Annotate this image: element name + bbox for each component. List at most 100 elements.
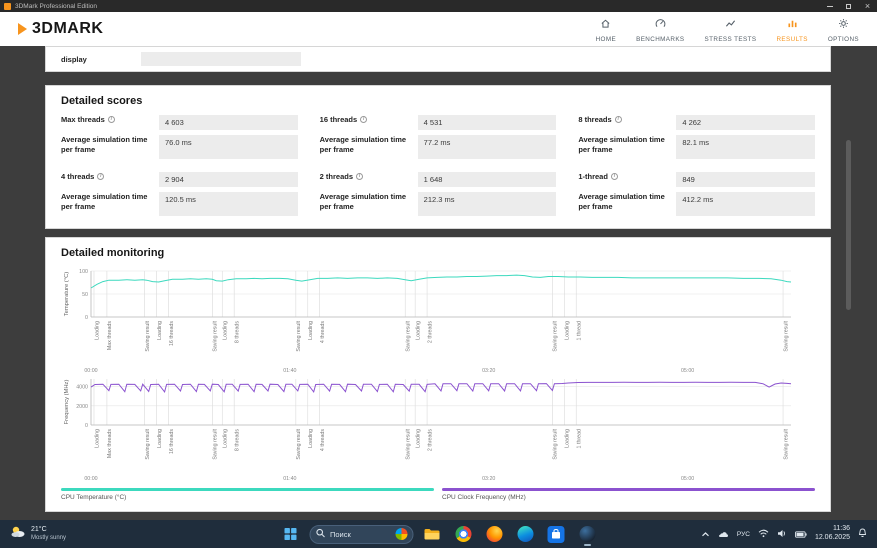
store-icon (548, 526, 565, 543)
windows-taskbar: 21°C Mostly sunny Поиск РУС (0, 520, 877, 548)
minimize-button[interactable] (820, 0, 839, 12)
system-tray: РУС 11:36 12.06.2025 (701, 525, 867, 543)
home-icon (600, 16, 611, 34)
svg-text:01:40: 01:40 (283, 476, 296, 482)
vertical-scrollbar[interactable] (846, 140, 851, 310)
tray-chevron-button[interactable] (701, 525, 710, 543)
score-entry: 1-threadi849 Average simulation time per… (578, 172, 815, 216)
info-icon[interactable]: i (615, 116, 622, 123)
avg-time-value: 77.2 ms (418, 135, 557, 159)
start-button[interactable] (278, 521, 302, 547)
nav-results[interactable]: RESULTS (776, 16, 807, 43)
score-value: 4 262 (676, 115, 815, 130)
cloud-icon[interactable] (718, 525, 729, 543)
avg-time-value: 412.2 ms (676, 192, 815, 216)
nav-benchmarks[interactable]: BENCHMARKS (636, 16, 684, 43)
svg-text:Saving result: Saving result (296, 320, 302, 351)
info-icon[interactable]: i (360, 116, 367, 123)
taskbar-app-edge[interactable] (513, 521, 537, 547)
nav-label: RESULTS (776, 36, 807, 43)
gear-icon (838, 16, 849, 34)
score-entry: 16 threadsi4 531 Average simulation time… (320, 115, 557, 159)
battery-icon[interactable] (795, 525, 807, 543)
info-icon[interactable]: i (108, 116, 115, 123)
avg-time-value: 76.0 ms (159, 135, 298, 159)
score-entry: 8 threadsi4 262 Average simulation time … (578, 115, 815, 159)
nav-label: BENCHMARKS (636, 36, 684, 43)
search-box[interactable]: Поиск (309, 525, 413, 544)
svg-text:0: 0 (85, 315, 88, 321)
tray-date: 12.06.2025 (815, 534, 850, 541)
svg-text:Loading: Loading (223, 429, 229, 448)
result-form-card: display (45, 46, 831, 72)
nav-options[interactable]: OPTIONS (828, 16, 859, 43)
info-icon[interactable]: i (356, 173, 363, 180)
svg-text:Saving result: Saving result (783, 320, 789, 351)
svg-text:1 thread: 1 thread (577, 429, 583, 448)
nav-home[interactable]: HOME (596, 16, 617, 43)
keyboard-language[interactable]: РУС (737, 531, 750, 538)
nav-stress-tests[interactable]: STRESS TESTS (705, 16, 757, 43)
svg-text:Saving result: Saving result (406, 320, 412, 351)
legend-label: CPU Clock Frequency (MHz) (442, 494, 815, 501)
svg-text:0: 0 (85, 423, 88, 429)
wifi-icon[interactable] (758, 525, 769, 543)
svg-text:05:00: 05:00 (681, 476, 694, 482)
avg-time-value: 120.5 ms (159, 192, 298, 216)
svg-text:Saving result: Saving result (145, 428, 151, 459)
scores-grid: Max threadsi4 603 Average simulation tim… (61, 115, 815, 216)
svg-text:Loading: Loading (94, 321, 100, 340)
svg-text:16 threads: 16 threads (169, 429, 175, 454)
nav-label: HOME (596, 36, 617, 43)
svg-text:8 threads: 8 threads (234, 429, 240, 451)
detailed-scores-card: Detailed scores Max threadsi4 603 Averag… (45, 85, 831, 229)
volume-icon[interactable] (777, 525, 787, 543)
svg-text:05:00: 05:00 (681, 368, 694, 374)
score-label: 2 threads (320, 172, 353, 187)
tray-time: 11:36 (833, 525, 850, 532)
main-nav: HOME BENCHMARKS STRESS TESTS RESULTS OPT… (596, 16, 859, 43)
avg-time-label: Average simulation time per frame (578, 135, 668, 159)
window-titlebar: 3DMark Professional Edition × (0, 0, 877, 12)
svg-text:Saving result: Saving result (553, 320, 559, 351)
svg-text:4 threads: 4 threads (320, 429, 326, 451)
edge-icon (517, 526, 533, 542)
detailed-monitoring-card: Detailed monitoring 050100LoadingMax thr… (45, 237, 831, 512)
results-page: display Detailed scores Max threadsi4 60… (0, 46, 877, 520)
taskbar-app-store[interactable] (544, 521, 568, 547)
svg-text:Saving result: Saving result (145, 320, 151, 351)
section-title: Detailed scores (61, 95, 815, 107)
maximize-icon (846, 4, 851, 9)
svg-text:16 threads: 16 threads (169, 321, 175, 346)
clock[interactable]: 11:36 12.06.2025 (815, 525, 850, 543)
close-button[interactable]: × (858, 0, 877, 12)
avg-time-label: Average simulation time per frame (578, 192, 668, 216)
svg-text:Loading: Loading (94, 429, 100, 448)
window-title: 3DMark Professional Edition (15, 3, 97, 10)
taskbar-app-file-explorer[interactable] (420, 521, 444, 547)
info-icon[interactable]: i (97, 173, 104, 180)
taskbar-app-steam-active[interactable] (575, 521, 599, 547)
info-icon[interactable]: i (611, 173, 618, 180)
svg-text:1 thread: 1 thread (577, 321, 583, 340)
svg-text:Max threads: Max threads (107, 429, 113, 458)
svg-text:4000: 4000 (76, 385, 88, 391)
search-highlight-icon (395, 528, 407, 540)
svg-text:Loading: Loading (308, 321, 314, 340)
bar-chart-icon (787, 16, 798, 34)
nav-label: OPTIONS (828, 36, 859, 43)
avg-time-label: Average simulation time per frame (61, 192, 151, 216)
score-entry: 2 threadsi1 648 Average simulation time … (320, 172, 557, 216)
svg-text:Loading: Loading (308, 429, 314, 448)
cpu-frequency-chart: 020004000LoadingMax threadsSaving result… (61, 375, 817, 483)
weather-widget[interactable]: 21°C Mostly sunny (10, 525, 66, 544)
chart-legend: CPU Temperature (°C) CPU Clock Frequency… (61, 488, 815, 501)
taskbar-app-chrome[interactable] (451, 521, 475, 547)
app-header: 3DMARK HOME BENCHMARKS STRESS TESTS RESU… (0, 12, 877, 46)
taskbar-app-firefox[interactable] (482, 521, 506, 547)
display-field-input[interactable] (141, 52, 301, 66)
maximize-button[interactable] (839, 0, 858, 12)
avg-time-value: 82.1 ms (676, 135, 815, 159)
notification-bell-icon[interactable] (858, 525, 867, 543)
section-title: Detailed monitoring (61, 247, 815, 259)
